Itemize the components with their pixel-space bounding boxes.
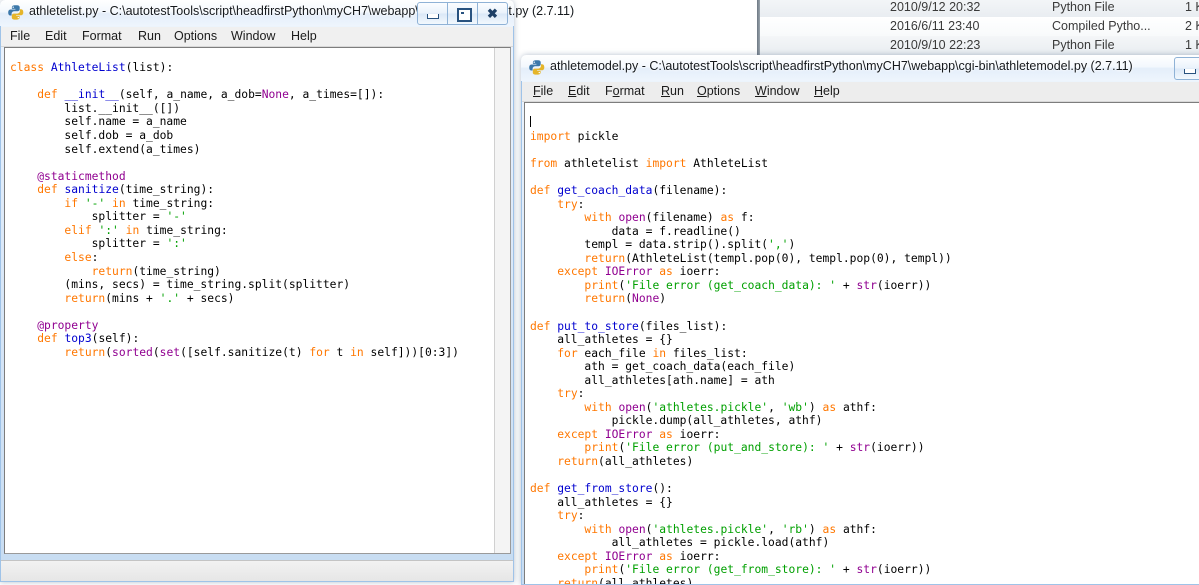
menu-help[interactable]: Help <box>812 84 842 98</box>
menu-format[interactable]: Format <box>603 84 647 98</box>
file-size: 1 K <box>1185 0 1199 14</box>
table-row[interactable]: 2010/9/10 22:23 Python File 1 K <box>760 36 1199 55</box>
file-type: Python File <box>1052 0 1115 14</box>
idle-window-athletemodel[interactable]: athletemodel.py - C:\autotestTools\scrip… <box>521 55 1199 585</box>
vertical-scrollbar[interactable] <box>494 48 510 553</box>
menu-options[interactable]: Options <box>172 29 219 43</box>
file-type: Python File <box>1052 38 1115 52</box>
menu-file[interactable]: File <box>531 84 555 98</box>
file-date: 2016/6/11 23:40 <box>890 19 980 33</box>
file-type: Compiled Pytho... <box>1052 19 1151 33</box>
menu-edit[interactable]: Edit <box>43 29 69 43</box>
menu-help[interactable]: Help <box>289 29 319 43</box>
minimize-button[interactable] <box>1174 57 1199 80</box>
menu-options[interactable]: Options <box>695 84 742 98</box>
code-editor-athletelist[interactable]: class AthleteList(list): def __init__(se… <box>4 47 511 554</box>
window-controls[interactable]: ✖ <box>417 2 508 25</box>
code-editor-athletemodel[interactable]: import pickle from athletelist import At… <box>524 102 1199 584</box>
menu-edit[interactable]: Edit <box>566 84 592 98</box>
code-text[interactable]: import pickle from athletelist import At… <box>530 116 952 584</box>
python-idle-icon <box>7 4 24 21</box>
file-size: 2 K <box>1185 19 1199 33</box>
menu-file[interactable]: File <box>8 29 32 43</box>
file-date: 2010/9/12 20:32 <box>890 0 981 14</box>
file-date: 2010/9/10 22:23 <box>890 38 981 52</box>
menu-run[interactable]: Run <box>136 29 163 43</box>
python-idle-icon <box>528 59 545 76</box>
file-size: 1 K <box>1185 38 1199 52</box>
idle-window-athletelist[interactable]: athletelist.py - C:\autotestTools\script… <box>0 0 574 582</box>
explorer-file-list[interactable]: 2010/9/12 20:32 Python File 1 K 2016/6/1… <box>760 0 1199 58</box>
menubar[interactable]: File Edit Format Run Options Window Help <box>522 82 1199 102</box>
menu-format[interactable]: Format <box>80 29 124 43</box>
titlebar[interactable]: athletelist.py - C:\autotestTools\script… <box>0 0 574 26</box>
menu-window[interactable]: Window <box>753 84 801 98</box>
minimize-button[interactable] <box>417 2 448 25</box>
window-controls[interactable] <box>1174 57 1199 80</box>
maximize-button[interactable] <box>447 2 478 25</box>
menu-run[interactable]: Run <box>659 84 686 98</box>
close-button[interactable]: ✖ <box>477 2 508 25</box>
text-caret <box>530 116 531 128</box>
window-title: athletemodel.py - C:\autotestTools\scrip… <box>550 59 1133 73</box>
titlebar[interactable]: athletemodel.py - C:\autotestTools\scrip… <box>521 55 1199 81</box>
menubar[interactable]: File Edit Format Run Options Window Help <box>1 27 513 47</box>
table-row[interactable]: 2016/6/11 23:40 Compiled Pytho... 2 K <box>760 17 1199 36</box>
statusbar <box>1 560 513 581</box>
code-text[interactable]: class AthleteList(list): def __init__(se… <box>10 61 459 359</box>
menu-window[interactable]: Window <box>229 29 277 43</box>
table-row[interactable]: 2010/9/12 20:32 Python File 1 K <box>760 0 1199 17</box>
